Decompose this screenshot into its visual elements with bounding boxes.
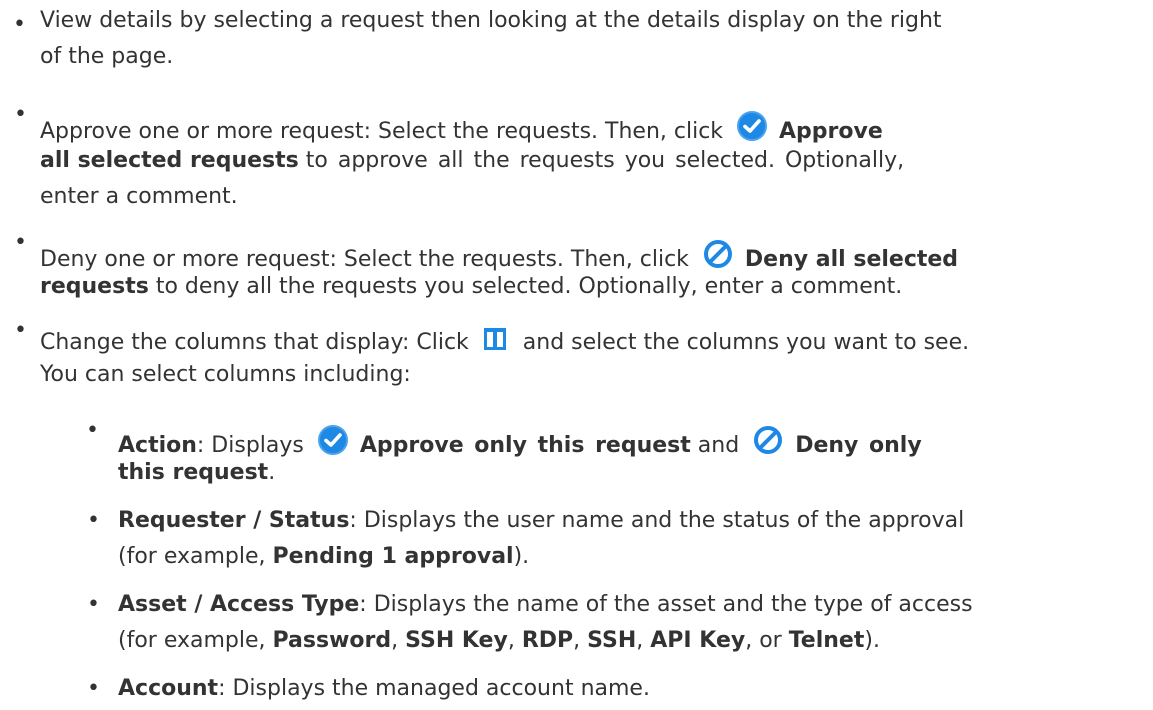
item-approve-text2: to approve all the requests you selected…: [305, 148, 905, 173]
sub-asset-text: : Displays the name of the asset and the…: [359, 592, 973, 617]
sub-asset-example: (for example,: [118, 628, 266, 653]
item-deny-line2: requests to deny all the requests you se…: [40, 274, 902, 300]
item-columns-line2: You can select columns including:: [40, 362, 411, 387]
sub-asset-line2: (for example, Password, SSH Key, RDP, SS…: [118, 628, 880, 654]
period: .: [268, 460, 276, 485]
sub-asset-label: Asset / Access Type: [118, 592, 360, 617]
deny-only-label-cont: this request: [118, 460, 269, 485]
item-approve-line3: enter a comment.: [40, 184, 238, 209]
sep: ,: [573, 628, 581, 653]
sub-action-text: : Displays: [196, 433, 304, 458]
type-ssh-key: SSH Key: [405, 628, 508, 653]
sub-account-line1: Account: Displays the managed account na…: [118, 676, 650, 702]
help-document: • View details by selecting a request th…: [0, 0, 1153, 710]
item-deny-line1: Deny one or more request: Select the req…: [40, 238, 958, 273]
item-view-details-line2: of the page.: [40, 44, 174, 69]
close-paren: ).: [513, 544, 530, 569]
sub-action-line2: this request.: [118, 460, 275, 486]
deny-only-label: Deny only: [795, 433, 922, 458]
check-circle-icon: [317, 425, 348, 455]
item-deny-text: Deny one or more request: Select the req…: [40, 247, 689, 272]
sep: ,: [636, 628, 644, 653]
bullet: •: [14, 318, 27, 343]
item-columns-text-post: and select the columns you want to see.: [522, 330, 970, 355]
type-rdp: RDP: [521, 628, 574, 653]
item-approve-text: Approve one or more request: Select the …: [40, 119, 724, 144]
item-columns-line1: Change the columns that display: Click a…: [40, 326, 969, 356]
sub-action-line1: Action: Displays Approve only this reque…: [118, 424, 922, 459]
sub-requester-text: : Displays the user name and the status …: [349, 508, 965, 533]
item-approve-line1: Approve one or more request: Select the …: [40, 110, 883, 145]
sub-asset-line1: Asset / Access Type: Displays the name o…: [118, 592, 973, 618]
check-circle-icon: [737, 111, 768, 141]
deny-all-label: Deny all selected: [744, 247, 959, 272]
sub-action-label: Action: [118, 433, 197, 458]
approve-only-label: Approve only this request: [359, 433, 691, 458]
type-ssh: SSH: [587, 628, 637, 653]
pending-approval-example: Pending 1 approval: [272, 544, 514, 569]
bullet: •: [87, 592, 100, 617]
approve-all-label-cont: all selected requests: [40, 148, 299, 173]
sub-requester-label: Requester / Status: [118, 508, 350, 533]
bullet: •: [14, 230, 27, 255]
bullet: •: [14, 102, 27, 127]
sub-action-and: and: [697, 433, 740, 458]
item-deny-text2: to deny all the requests you selected. O…: [155, 274, 903, 299]
sub-requester-line1: Requester / Status: Displays the user na…: [118, 508, 964, 534]
or-word: or: [759, 628, 782, 653]
columns-icon: [483, 328, 506, 350]
bullet: •: [87, 508, 100, 533]
sub-account-label: Account: [118, 676, 219, 701]
deny-circle-icon: [754, 426, 783, 454]
close-paren: ).: [864, 628, 880, 653]
sep: ,: [391, 628, 399, 653]
approve-all-label: Approve: [779, 119, 883, 144]
sep: ,: [507, 628, 515, 653]
bullet: •: [86, 418, 99, 443]
type-api-key: API Key: [650, 628, 746, 653]
type-telnet: Telnet: [788, 628, 865, 653]
deny-all-label-cont: requests: [40, 274, 149, 299]
item-columns-text: Change the columns that display: Click: [40, 330, 469, 355]
sub-requester-line2: (for example, Pending 1 approval).: [118, 544, 529, 570]
sub-account-text: : Displays the managed account name.: [218, 676, 650, 701]
item-approve-line2: all selected requests to approve all the…: [40, 148, 1134, 174]
bullet: •: [87, 676, 100, 701]
item-view-details-line1: View details by selecting a request then…: [40, 8, 942, 33]
bullet: •: [13, 12, 26, 37]
type-password: Password: [272, 628, 392, 653]
deny-circle-icon: [703, 240, 732, 268]
sub-requester-example: (for example,: [118, 544, 266, 569]
sep: ,: [745, 628, 753, 653]
